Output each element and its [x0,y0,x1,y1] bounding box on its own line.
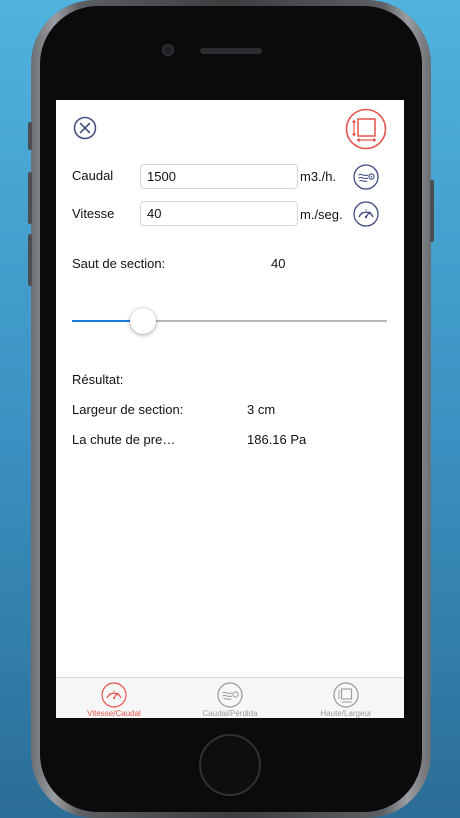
vitesse-mode-button[interactable] [352,200,380,228]
close-button[interactable] [72,115,98,141]
tab-label: Haute/Largeur [320,709,372,718]
section-slider[interactable] [72,308,387,334]
front-camera [162,44,174,56]
largeur-value: 3 cm [247,402,276,417]
chute-label: La chute de pre… [72,432,176,447]
caudal-input[interactable] [140,164,298,189]
volume-up-button [28,172,32,224]
app-screen: Caudal m3./h. Vitesse m./seg. Saut de se… [56,100,404,718]
home-button[interactable] [199,734,261,796]
caudal-label: Caudal [72,168,114,183]
volume-down-button [28,234,32,286]
vitesse-input[interactable] [140,201,298,226]
caudal-mode-button[interactable] [352,163,380,191]
section-mode-button[interactable] [344,107,388,151]
airflow-icon [217,682,243,708]
tab-label: Caudal/Pérdida [202,709,258,718]
chute-value: 186.16 Pa [247,432,307,447]
tab-vitesse-caudal[interactable]: Vitesse/Caudal [56,678,172,718]
largeur-label: Largeur de section: [72,402,184,417]
result-heading: Résultat: [72,372,124,387]
power-button [430,180,434,242]
vitesse-unit: m./seg. [300,207,343,222]
mute-switch [28,122,32,150]
tab-caudal-perdida[interactable]: Caudal/Pérdida [172,678,288,718]
resize-section-icon [345,108,387,150]
slider-value: 40 [271,256,286,271]
airflow-icon [353,164,379,190]
vitesse-label: Vitesse [72,206,115,221]
tab-label: Vitesse/Caudal [87,709,141,718]
earpiece-speaker [200,48,262,54]
slider-thumb[interactable] [129,308,156,334]
gauge-icon [101,682,127,708]
gauge-icon [353,201,379,227]
close-circle-icon [73,116,97,140]
caudal-unit: m3./h. [300,169,337,184]
tab-bar: Vitesse/Caudal Caudal/Pérdida Haute/Larg… [56,677,404,718]
tab-haute-largeur[interactable]: Haute/Largeur [288,678,404,718]
resize-section-icon [333,682,359,708]
slider-label: Saut de section: [72,256,166,271]
